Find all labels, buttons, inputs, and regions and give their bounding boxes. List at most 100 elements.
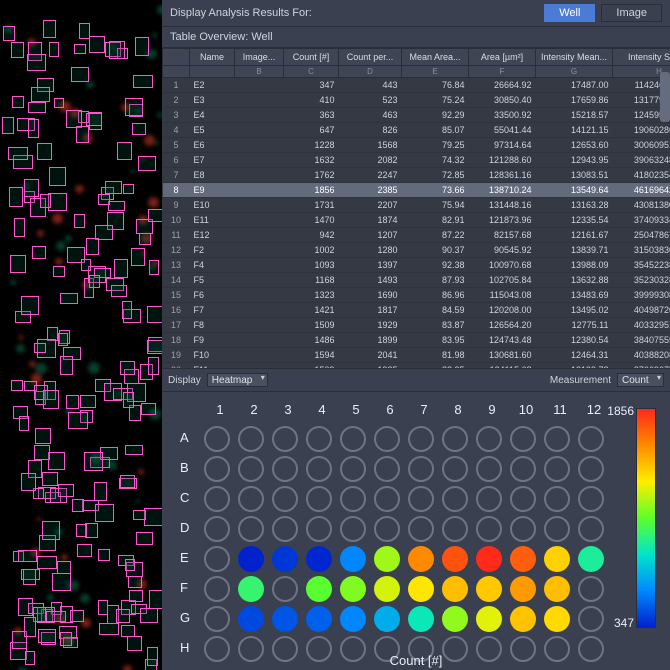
well-A5[interactable] (340, 426, 366, 452)
well-B4[interactable] (306, 456, 332, 482)
table-row[interactable]: 19F101594204181.98130681.6012464.3140388… (163, 348, 670, 363)
well-G3[interactable] (272, 606, 298, 632)
table-row[interactable]: 15F61323169086.96115043.0813483.69399993… (163, 288, 670, 303)
well-A2[interactable] (238, 426, 264, 452)
col-header[interactable]: Area [µm²] (469, 49, 536, 66)
well-B5[interactable] (340, 456, 366, 482)
well-F3[interactable] (272, 576, 298, 602)
well-A11[interactable] (544, 426, 570, 452)
table-row[interactable]: 7E81762224772.85128361.1613083.514180235… (163, 168, 670, 183)
table-row[interactable]: 1E234744376.8426664.9217487.001142468004… (163, 78, 670, 93)
well-A7[interactable] (408, 426, 434, 452)
well-C8[interactable] (442, 486, 468, 512)
well-F4[interactable] (306, 576, 332, 602)
tab-well[interactable]: Well (544, 4, 595, 22)
well-D6[interactable] (374, 516, 400, 542)
well-C12[interactable] (578, 486, 604, 512)
well-E7[interactable] (408, 546, 434, 572)
well-D7[interactable] (408, 516, 434, 542)
well-G6[interactable] (374, 606, 400, 632)
well-B7[interactable] (408, 456, 434, 482)
measurement-select[interactable]: Count (617, 373, 664, 387)
well-D4[interactable] (306, 516, 332, 542)
well-F9[interactable] (476, 576, 502, 602)
table-row[interactable]: 12F21002128090.3790545.9213839.713150383… (163, 243, 670, 258)
col-header[interactable]: Count per... (339, 49, 402, 66)
well-F7[interactable] (408, 576, 434, 602)
well-E11[interactable] (544, 546, 570, 572)
well-C1[interactable] (204, 486, 230, 512)
table-row[interactable]: 20F111509192582.25124115.6812199.7837669… (163, 363, 670, 370)
well-C2[interactable] (238, 486, 264, 512)
well-B2[interactable] (238, 456, 264, 482)
table-row[interactable]: 2E341052375.2430850.4017659.861317797094… (163, 93, 670, 108)
well-C7[interactable] (408, 486, 434, 512)
table-row[interactable]: 13F41093139792.38100970.6813988.09354522… (163, 258, 670, 273)
col-header[interactable]: Intensity Mean... (536, 49, 613, 66)
well-D11[interactable] (544, 516, 570, 542)
well-E6[interactable] (374, 546, 400, 572)
table-row[interactable]: 17F81509192983.87126564.2012775.11403329… (163, 318, 670, 333)
well-E12[interactable] (578, 546, 604, 572)
well-F5[interactable] (340, 576, 366, 602)
table-row[interactable]: 10E111470187482.91121873.9612335.5437409… (163, 213, 670, 228)
col-header[interactable]: Mean Area... (402, 49, 469, 66)
well-A9[interactable] (476, 426, 502, 452)
well-E4[interactable] (306, 546, 332, 572)
well-F11[interactable] (544, 576, 570, 602)
well-F8[interactable] (442, 576, 468, 602)
col-header[interactable]: Image... (235, 49, 284, 66)
well-F12[interactable] (578, 576, 604, 602)
table-row[interactable]: 9E101731220775.94131448.1613163.28430813… (163, 198, 670, 213)
table-row[interactable]: 18F91486189983.95124743.4812380.54384075… (163, 333, 670, 348)
well-G4[interactable] (306, 606, 332, 632)
table-row[interactable]: 6E71632208274.32121288.6012943.953906324… (163, 153, 670, 168)
table-row[interactable]: 3E436346392.2933500.9215218.571245957300… (163, 108, 670, 123)
well-F6[interactable] (374, 576, 400, 602)
well-G2[interactable] (238, 606, 264, 632)
well-B9[interactable] (476, 456, 502, 482)
well-E9[interactable] (476, 546, 502, 572)
well-G1[interactable] (204, 606, 230, 632)
col-header[interactable] (163, 49, 190, 66)
col-header[interactable]: Count [#] (284, 49, 339, 66)
results-table[interactable]: NameImage...Count [#]Count per...Mean Ar… (162, 48, 670, 369)
well-C3[interactable] (272, 486, 298, 512)
well-A1[interactable] (204, 426, 230, 452)
well-F10[interactable] (510, 576, 536, 602)
well-A8[interactable] (442, 426, 468, 452)
well-D12[interactable] (578, 516, 604, 542)
well-F2[interactable] (238, 576, 264, 602)
well-C4[interactable] (306, 486, 332, 512)
well-G7[interactable] (408, 606, 434, 632)
well-D10[interactable] (510, 516, 536, 542)
table-row[interactable]: 11E12942120787.2282157.6812161.672504786… (163, 228, 670, 243)
well-E10[interactable] (510, 546, 536, 572)
table-row[interactable]: 16F71421181784.59120208.0013495.02404987… (163, 303, 670, 318)
col-header[interactable]: Name (190, 49, 235, 66)
well-A6[interactable] (374, 426, 400, 452)
well-G11[interactable] (544, 606, 570, 632)
well-G9[interactable] (476, 606, 502, 632)
well-C5[interactable] (340, 486, 366, 512)
well-A4[interactable] (306, 426, 332, 452)
well-C6[interactable] (374, 486, 400, 512)
well-E1[interactable] (204, 546, 230, 572)
well-A12[interactable] (578, 426, 604, 452)
well-B11[interactable] (544, 456, 570, 482)
col-header[interactable]: Intensity Sum... (613, 49, 670, 66)
well-G12[interactable] (578, 606, 604, 632)
tab-image[interactable]: Image (601, 4, 662, 22)
well-B6[interactable] (374, 456, 400, 482)
well-E3[interactable] (272, 546, 298, 572)
well-G5[interactable] (340, 606, 366, 632)
well-B3[interactable] (272, 456, 298, 482)
well-B12[interactable] (578, 456, 604, 482)
well-E5[interactable] (340, 546, 366, 572)
well-C11[interactable] (544, 486, 570, 512)
table-row[interactable]: 4E564782685.0755041.4414121.151906028656… (163, 123, 670, 138)
display-mode-select[interactable]: Heatmap (207, 373, 268, 387)
well-D3[interactable] (272, 516, 298, 542)
well-B1[interactable] (204, 456, 230, 482)
well-C9[interactable] (476, 486, 502, 512)
